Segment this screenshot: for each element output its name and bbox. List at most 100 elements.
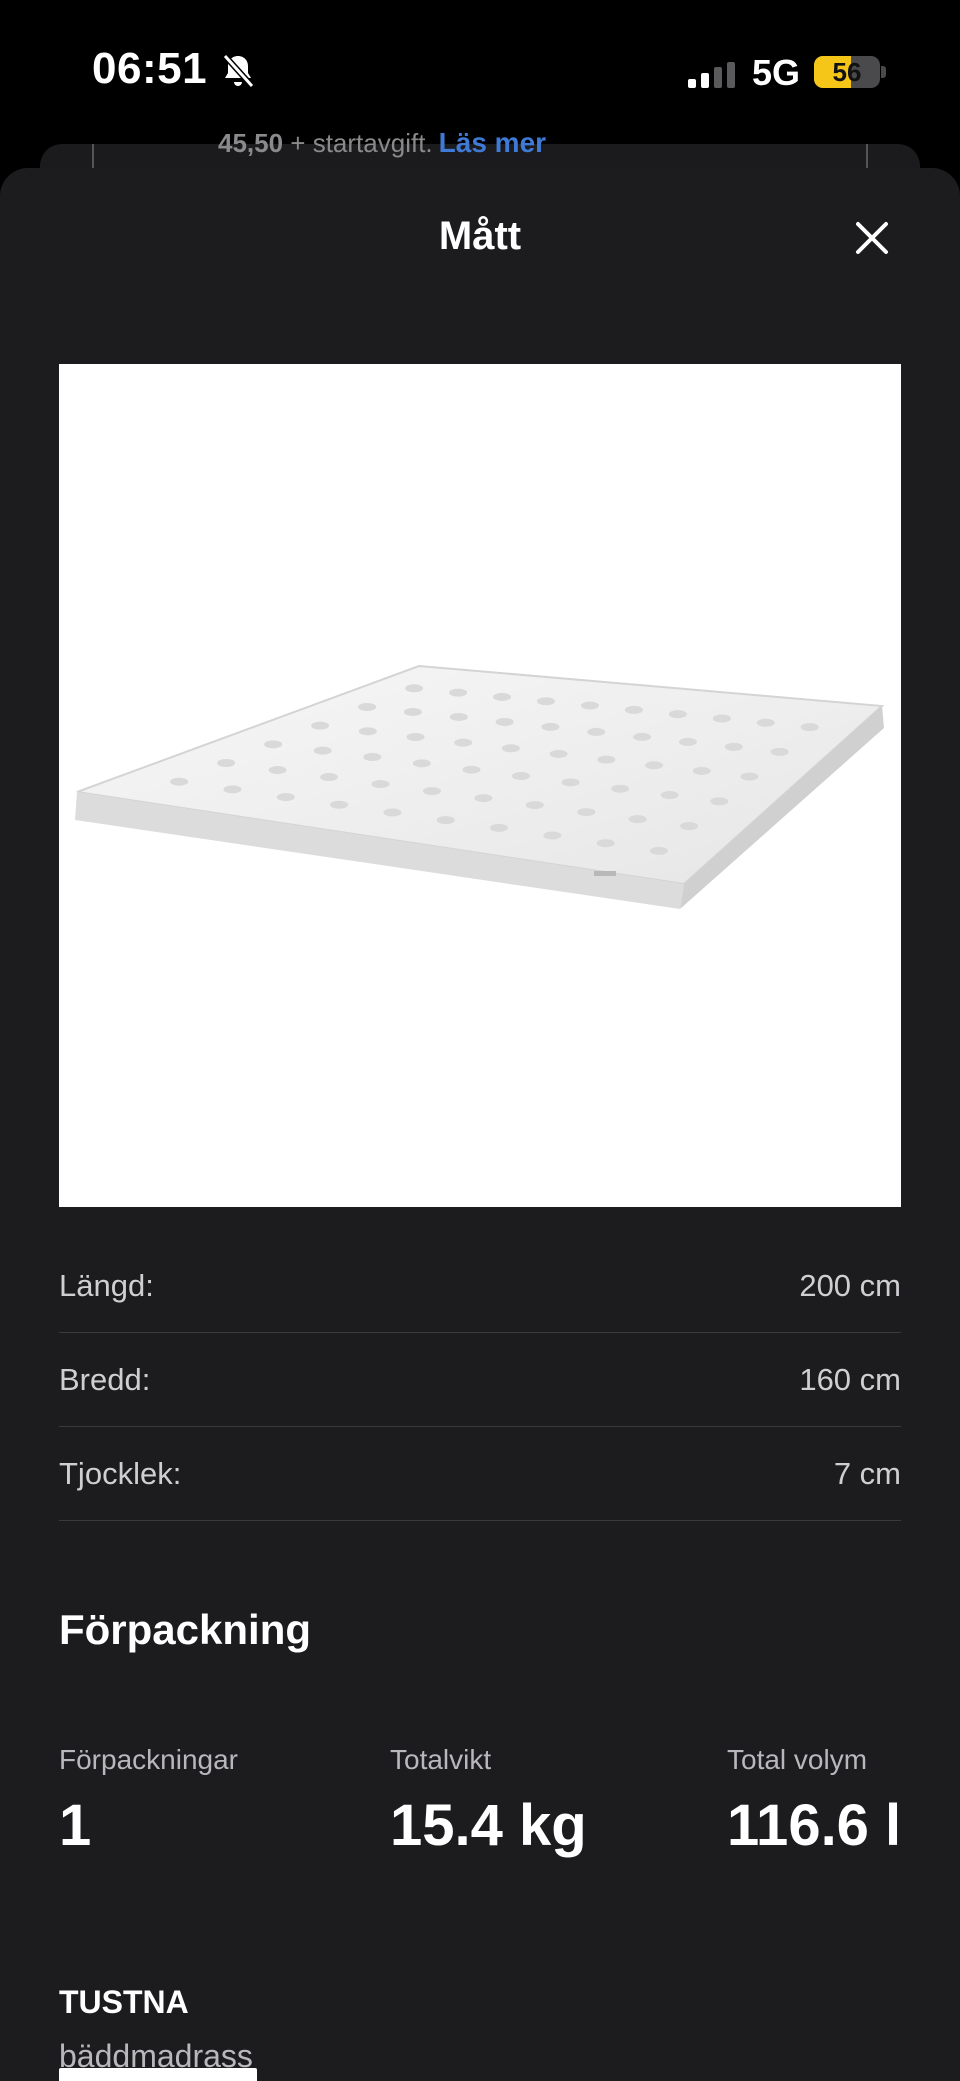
tuft-mark [660, 791, 679, 800]
mattress-topper-image [75, 664, 885, 909]
background-card-divider [92, 144, 94, 170]
background-card-divider [866, 144, 868, 170]
total-weight-value: 15.4 kg [390, 1793, 587, 1858]
tuft-mark [624, 705, 643, 714]
package-image [59, 2068, 257, 2081]
background-price: 45,50 [218, 128, 284, 158]
tuft-mark [363, 753, 382, 762]
tuft-mark [422, 787, 441, 796]
total-volume-value: 116.6 l [727, 1793, 902, 1858]
dimension-label: Längd: [59, 1267, 154, 1303]
tuft-mark [770, 747, 789, 756]
tuft-mark [223, 785, 242, 794]
tuft-mark [217, 759, 236, 768]
cellular-signal-icon [688, 62, 735, 88]
close-icon[interactable] [848, 214, 896, 262]
dimension-row-length: Längd: 200 cm [59, 1239, 901, 1333]
tuft-mark [740, 772, 759, 781]
tuft-mark [493, 692, 512, 701]
tuft-mark [543, 831, 562, 840]
tuft-mark [264, 740, 283, 749]
dimension-row-thickness: Tjocklek: 7 cm [59, 1427, 901, 1521]
dimension-value: 160 cm [799, 1361, 901, 1397]
tuft-mark [587, 727, 606, 736]
tuft-mark [449, 688, 468, 697]
total-weight-label: Totalvikt [390, 1744, 492, 1775]
tuft-mark [628, 815, 647, 824]
tuft-mark [495, 717, 514, 726]
tuft-mark [525, 801, 544, 810]
battery-level: 56 [832, 57, 862, 87]
tuft-mark [756, 718, 775, 727]
tuft-mark [311, 721, 330, 730]
packaging-title: Förpackning [59, 1606, 312, 1653]
tuft-mark [611, 784, 630, 793]
tuft-mark [412, 759, 431, 768]
tuft-mark [371, 780, 390, 789]
bell-slash-icon [222, 53, 255, 89]
sheet-title: Mått [438, 214, 522, 258]
tuft-mark [358, 727, 377, 736]
total-weight: Totalvikt 15.4 kg [390, 1744, 587, 1859]
dimension-row-width: Bredd: 160 cm [59, 1333, 901, 1427]
tuft-mark [474, 794, 493, 803]
dimension-label: Bredd: [59, 1361, 151, 1397]
battery-cap [881, 66, 886, 78]
tuft-mark [800, 723, 819, 732]
tuft-mark [692, 766, 711, 775]
status-bar: 06:51 5G 56 [0, 0, 960, 140]
tuft-mark [436, 816, 455, 825]
tuft-mark [358, 702, 377, 711]
read-more-link[interactable]: Läs mer [439, 127, 546, 158]
product-image [59, 364, 901, 1207]
tuft-mark [668, 710, 687, 719]
tuft-mark [462, 765, 481, 774]
background-fee-text: + startavgift. [283, 128, 433, 158]
status-time: 06:51 [92, 44, 208, 93]
tuft-mark [268, 766, 287, 775]
tuft-mark [645, 761, 664, 770]
tuft-mark [170, 777, 189, 786]
packages-label: Förpackningar [59, 1744, 238, 1775]
tuft-mark [724, 742, 743, 751]
tuft-mark [406, 732, 425, 741]
tuft-mark [561, 778, 580, 787]
tuft-mark [536, 697, 555, 706]
packages-value: 1 [59, 1793, 92, 1858]
dimension-value: 200 cm [799, 1267, 901, 1303]
dimensions-list: Längd: 200 cm Bredd: 160 cm Tjocklek: 7 … [59, 1239, 901, 1521]
tuft-mark [596, 839, 615, 848]
tuft-mark [330, 800, 349, 809]
tuft-mark [449, 712, 468, 721]
dimensions-sheet: Mått Längd: 200 cm Bredd: 160 cm Tjockle… [0, 168, 960, 2081]
tuft-mark [501, 744, 520, 753]
tuft-mark [454, 738, 473, 747]
tuft-mark [680, 822, 699, 831]
battery-icon: 56 [814, 56, 880, 88]
network-type: 5G [752, 52, 801, 93]
product-name: TUSTNA [59, 1984, 189, 2020]
background-price-text: 45,50 + startavgift. Läs mer [218, 127, 546, 159]
tuft-mark [512, 772, 530, 781]
dimension-label: Tjocklek: [59, 1455, 182, 1491]
tuft-mark [383, 808, 402, 817]
tuft-mark [710, 797, 729, 806]
total-volume-label: Total volym [727, 1744, 868, 1775]
tuft-mark [541, 722, 560, 731]
tuft-mark [276, 793, 295, 802]
tuft-mark [313, 746, 332, 755]
tuft-mark [490, 823, 509, 832]
tuft-mark [320, 773, 339, 782]
tuft-mark [712, 714, 731, 723]
tuft-mark [405, 684, 424, 693]
tuft-mark [633, 732, 652, 741]
dimension-value: 7 cm [833, 1455, 901, 1491]
packages-count: Förpackningar 1 [59, 1744, 238, 1859]
tuft-mark [649, 846, 668, 855]
tuft-mark [403, 707, 422, 716]
tuft-mark [577, 808, 596, 817]
tuft-mark [597, 755, 616, 764]
tuft-mark [549, 749, 568, 758]
tuft-mark [580, 701, 599, 710]
tuft-mark [678, 737, 697, 746]
